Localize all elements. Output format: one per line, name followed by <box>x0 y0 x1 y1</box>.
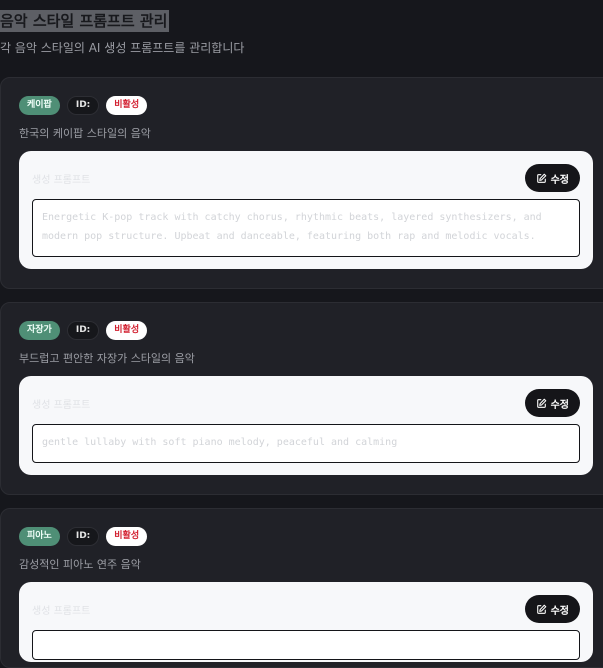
edit-button-label: 수정 <box>550 399 569 411</box>
edit-button[interactable]: 수정 <box>524 164 580 192</box>
status-badge: 비활성 <box>106 96 148 115</box>
id-badge: ID: <box>66 321 100 340</box>
prompt-panel: 생성 프롬프트 수정 Energetic K-pop track with ca… <box>19 151 593 269</box>
edit-icon <box>536 173 546 183</box>
style-description: 부드럽고 편안한 자장가 스타일의 음악 <box>19 352 195 365</box>
edit-icon <box>536 398 546 408</box>
edit-button-label: 수정 <box>550 174 569 186</box>
style-badge: 피아노 <box>19 527 60 546</box>
badge-row: 자장가 ID: 비활성 <box>19 321 148 340</box>
prompt-text[interactable] <box>32 630 580 660</box>
badge-row: 케이팝 ID: 비활성 <box>19 96 148 115</box>
style-badge: 자장가 <box>19 321 60 340</box>
style-card-kpop: 케이팝 ID: 비활성 한국의 케이팝 스타일의 음악 생성 프롬프트 수정 E… <box>0 77 603 289</box>
prompt-label: 생성 프롬프트 <box>32 606 91 617</box>
status-badge: 비활성 <box>106 527 148 546</box>
edit-button[interactable]: 수정 <box>524 595 580 623</box>
prompt-label: 생성 프롬프트 <box>32 175 91 186</box>
edit-button-label: 수정 <box>550 605 569 617</box>
id-badge: ID: <box>66 527 100 546</box>
edit-icon <box>536 604 546 614</box>
style-card-piano: 피아노 ID: 비활성 감성적인 피아노 연주 음악 생성 프롬프트 수정 <box>0 508 603 668</box>
prompt-panel: 생성 프롬프트 수정 <box>19 582 593 662</box>
page-subtitle: 각 음악 스타일의 AI 생성 프롬프트를 관리합니다 <box>0 41 245 55</box>
page-title: 음악 스타일 프롬프트 관리 <box>0 10 170 32</box>
prompt-text[interactable]: Energetic K-pop track with catchy chorus… <box>32 199 580 257</box>
style-badge: 케이팝 <box>19 96 60 115</box>
prompt-text[interactable]: gentle lullaby with soft piano melody, p… <box>32 424 580 463</box>
badge-row: 피아노 ID: 비활성 <box>19 527 148 546</box>
style-description: 감성적인 피아노 연주 음악 <box>19 558 141 571</box>
style-card-lullaby: 자장가 ID: 비활성 부드럽고 편안한 자장가 스타일의 음악 생성 프롬프트… <box>0 302 603 495</box>
edit-button[interactable]: 수정 <box>524 389 580 417</box>
style-description: 한국의 케이팝 스타일의 음악 <box>19 127 151 140</box>
status-badge: 비활성 <box>106 321 148 340</box>
prompt-panel: 생성 프롬프트 수정 gentle lullaby with soft pian… <box>19 376 593 475</box>
id-badge: ID: <box>66 96 100 115</box>
prompt-label: 생성 프롬프트 <box>32 400 91 411</box>
